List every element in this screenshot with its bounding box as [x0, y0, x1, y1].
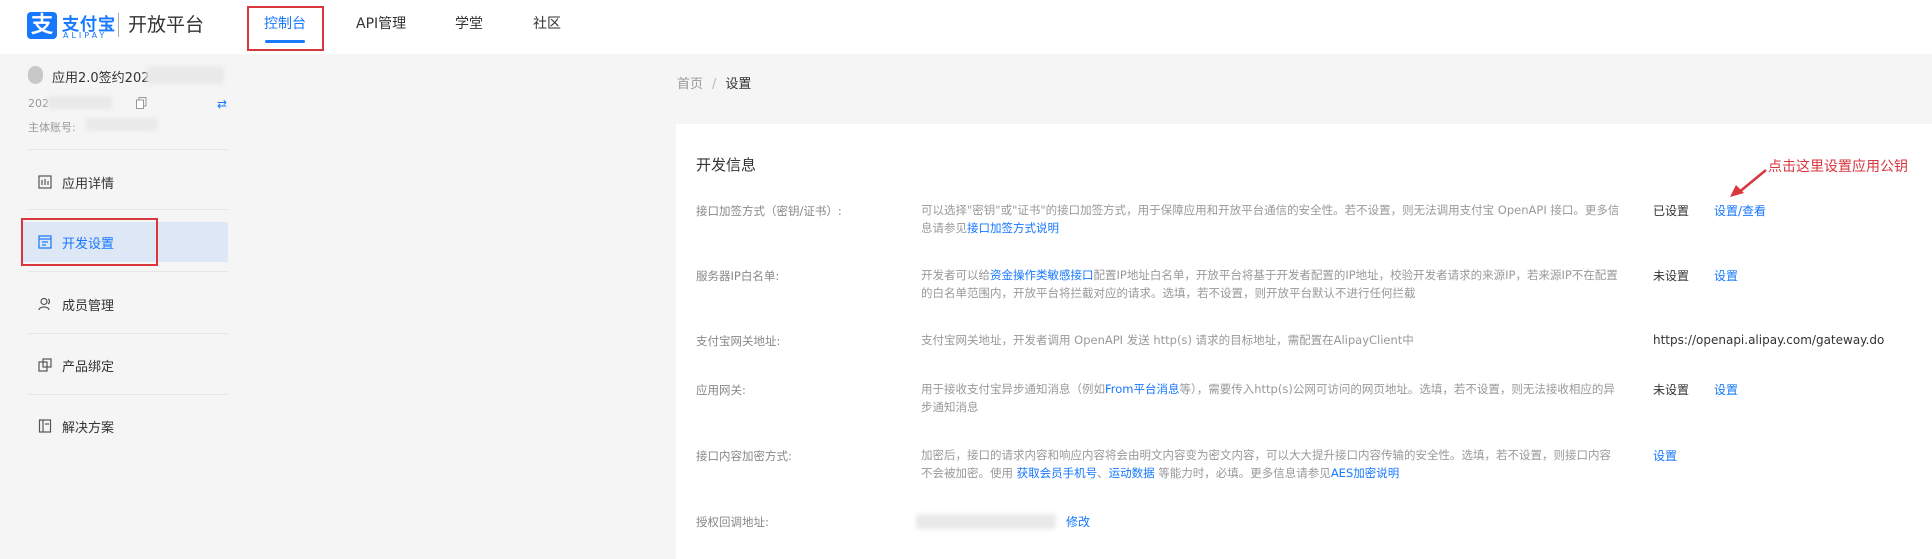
desc-text: 等能力时，必填。更多信息请参见 — [1154, 466, 1331, 480]
row-desc-ip-whitelist: 开发者可以给资金操作类敏感接口配置IP地址白名单，开放平台将基于开发者配置的IP… — [921, 266, 1621, 302]
aes-doc-link[interactable]: AES加密说明 — [1331, 466, 1399, 480]
menu-item-solution[interactable]: 解决方案 — [28, 406, 228, 446]
panel-title: 开发信息 — [696, 156, 757, 174]
app-gateway-setup-button[interactable]: 设置 — [1714, 381, 1738, 398]
highlight-box-console — [247, 6, 324, 51]
menu-divider — [28, 149, 228, 150]
app-avatar — [28, 66, 43, 84]
sign-method-status: 已设置 — [1653, 204, 1690, 218]
row-label-ip-whitelist: 服务器IP白名单: — [696, 269, 780, 283]
content-encryption-setup-button[interactable]: 设置 — [1653, 447, 1677, 464]
callback-url-blurred — [916, 514, 1056, 529]
sign-method-doc-link[interactable]: 接口加签方式说明 — [967, 221, 1059, 235]
row-desc-content-encryption: 加密后，接口的请求内容和响应内容将会由明文内容变为密文内容，可以大大提升接口内容… — [921, 446, 1621, 482]
menu-label: 应用详情 — [62, 177, 115, 192]
menu-label: 产品绑定 — [62, 360, 115, 375]
menu-divider — [28, 271, 228, 272]
logo-divider — [118, 13, 119, 37]
app-detail-icon — [38, 175, 52, 189]
account-blurred — [86, 118, 158, 131]
menu-divider — [28, 209, 228, 210]
sport-data-link[interactable]: 运动数据 — [1109, 466, 1155, 480]
app-name-blurred — [146, 66, 224, 84]
members-icon — [38, 297, 51, 311]
ip-whitelist-status: 未设置 — [1653, 269, 1690, 283]
breadcrumb-separator: / — [712, 77, 717, 92]
annotation-text: 点击这里设置应用公钥 — [1768, 159, 1908, 175]
platform-message-link[interactable]: From平台消息 — [1105, 382, 1180, 396]
breadcrumb: 首页 / 设置 — [677, 73, 751, 92]
gateway-url: https://openapi.alipay.com/gateway.do — [1653, 333, 1885, 347]
row-label-auth-callback: 授权回调地址: — [696, 515, 769, 529]
nav-academy[interactable]: 学堂 — [455, 13, 483, 33]
member-phone-link[interactable]: 获取会员手机号 — [1017, 466, 1098, 480]
row-desc-sign-method: 可以选择"密钥"或"证书"的接口加签方式，用于保障应用和开放平台通信的安全性。若… — [921, 201, 1621, 237]
app-id-blurred — [48, 96, 112, 109]
dev-info-panel: 开发信息 点击这里设置应用公钥 接口加签方式（密钥/证书）: 可以选择"密钥"或… — [676, 124, 1932, 559]
menu-item-product-binding[interactable]: 产品绑定 — [28, 345, 228, 385]
sign-method-setup-button[interactable]: 设置/查看 — [1714, 202, 1766, 219]
platform-title: 开放平台 — [128, 14, 205, 36]
logo-text-en: ALIPAY — [63, 31, 108, 40]
copy-icon[interactable] — [136, 97, 147, 109]
row-label-sign-method: 接口加签方式（密钥/证书）: — [696, 204, 842, 218]
menu-item-members[interactable]: 成员管理 — [28, 284, 228, 324]
row-label-app-gateway: 应用网关: — [696, 383, 746, 397]
desc-text: 开发者可以给 — [921, 268, 990, 282]
row-label-gateway: 支付宝网关地址: — [696, 334, 781, 348]
app-id-prefix: 202 — [28, 97, 49, 110]
product-bind-icon — [38, 358, 52, 372]
nav-community[interactable]: 社区 — [533, 13, 561, 33]
menu-divider — [28, 394, 228, 395]
solution-icon — [38, 419, 52, 433]
desc-text: 、 — [1097, 466, 1109, 480]
annotation-arrow-icon — [1730, 169, 1767, 197]
auth-callback-edit-button[interactable]: 修改 — [1066, 513, 1090, 530]
menu-divider — [28, 333, 228, 334]
breadcrumb-current: 设置 — [725, 77, 752, 92]
nav-api-management[interactable]: API管理 — [356, 13, 406, 33]
sensitive-api-link[interactable]: 资金操作类敏感接口 — [990, 268, 1094, 282]
ip-whitelist-setup-button[interactable]: 设置 — [1714, 267, 1738, 284]
menu-item-app-detail[interactable]: 应用详情 — [28, 162, 228, 202]
alipay-logo-icon[interactable]: 支 — [27, 12, 57, 39]
breadcrumb-home[interactable]: 首页 — [677, 77, 703, 92]
row-label-content-encryption: 接口内容加密方式: — [696, 449, 792, 463]
row-desc-app-gateway: 用于接收支付宝异步通知消息（例如From平台消息等），需要传入http(s)公网… — [921, 380, 1621, 416]
menu-label: 解决方案 — [62, 421, 115, 436]
row-desc-gateway: 支付宝网关地址，开发者调用 OpenAPI 发送 http(s) 请求的目标地址… — [921, 333, 1414, 347]
app-gateway-status: 未设置 — [1653, 383, 1690, 397]
switch-app-icon[interactable]: ⇄ — [217, 97, 227, 111]
highlight-box-dev-settings — [21, 218, 158, 266]
menu-label: 成员管理 — [62, 299, 115, 314]
account-label: 主体账号: — [28, 121, 76, 134]
app-name: 应用2.0签约202 — [52, 71, 150, 86]
desc-text: 用于接收支付宝异步通知消息（例如 — [921, 382, 1105, 396]
